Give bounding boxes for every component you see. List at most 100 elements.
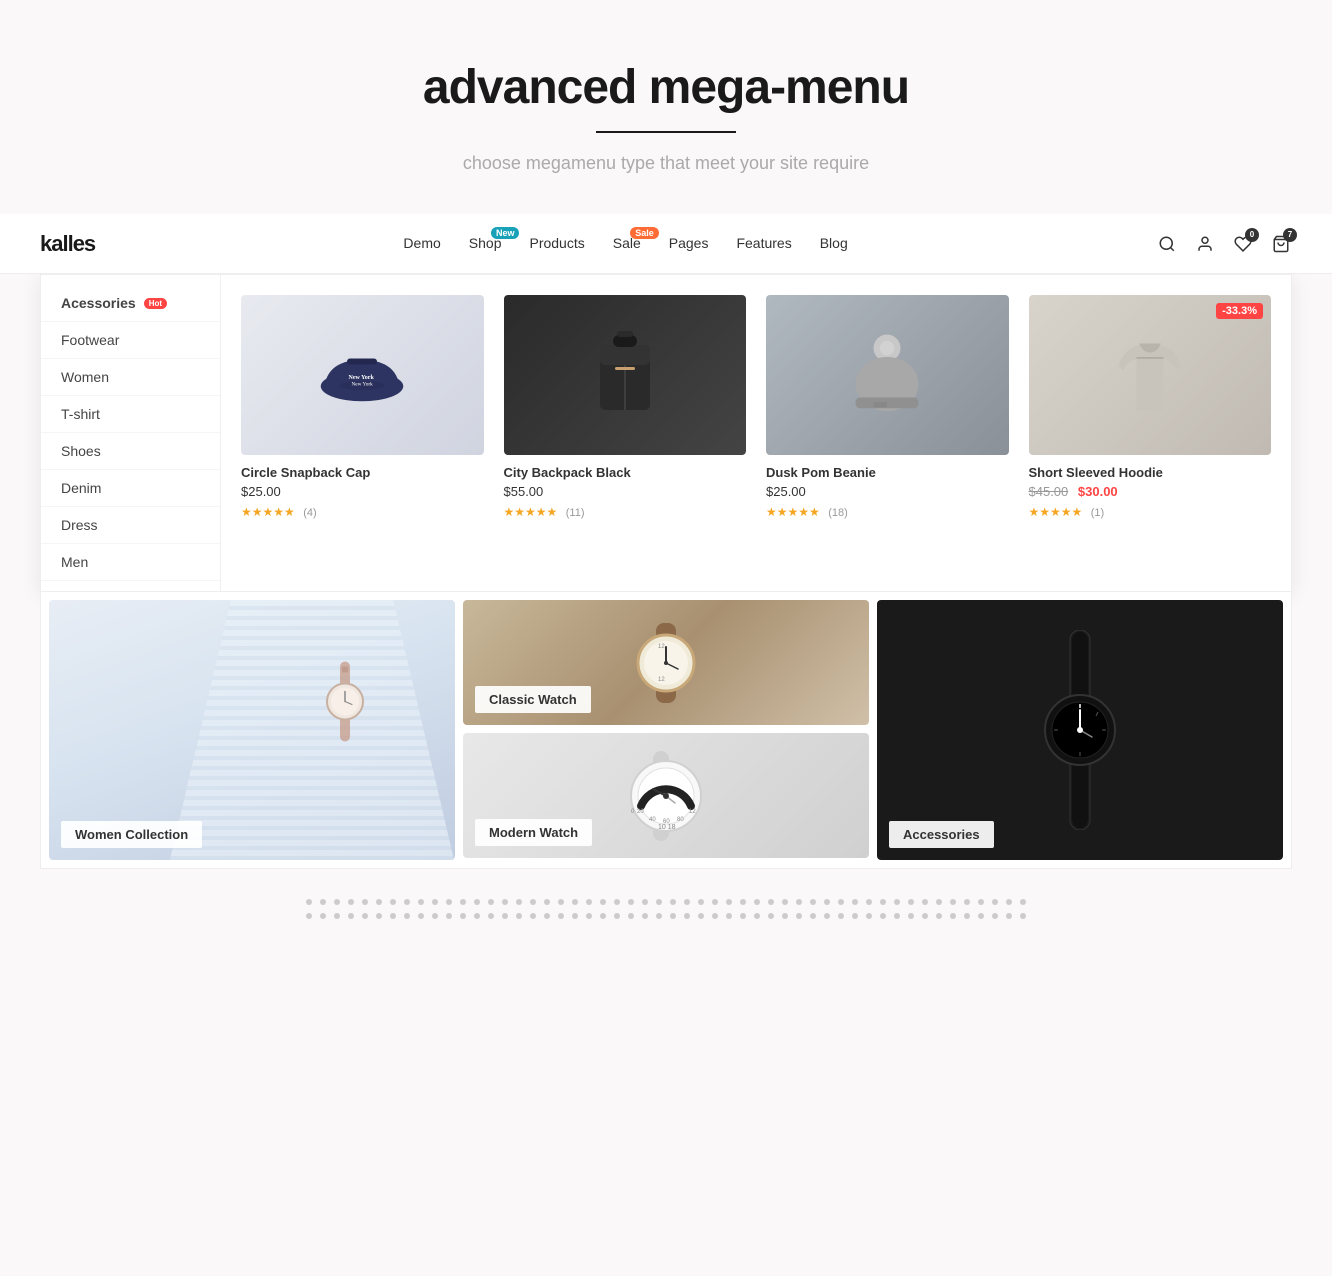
hero-section: advanced mega-menu choose megamenu type … — [0, 0, 1332, 214]
dot — [642, 899, 648, 905]
nav-link-features[interactable]: Features — [736, 235, 791, 251]
dot — [348, 913, 354, 919]
nav-item-demo[interactable]: Demo — [403, 235, 440, 253]
nav-item-blog[interactable]: Blog — [820, 235, 848, 253]
dot — [404, 913, 410, 919]
account-icon[interactable] — [1194, 233, 1216, 255]
dot — [376, 913, 382, 919]
sidebar-item-footwear[interactable]: Footwear — [41, 322, 220, 359]
collection-card-modern-watch[interactable]: 0 20 40 60 80 12 10 18 Modern Watch — [463, 733, 869, 858]
discount-badge: -33.3% — [1216, 303, 1263, 319]
product-card-cap[interactable]: New York New York Circle Snapback Cap $2… — [241, 295, 484, 571]
dot — [488, 913, 494, 919]
collection-section: Women Collection 12 12 Classic Watch — [40, 592, 1292, 869]
mega-menu-sidebar: Acessories Hot Footwear Women T-shirt Sh… — [41, 275, 221, 591]
dot — [922, 899, 928, 905]
dot — [852, 899, 858, 905]
nav-link-demo[interactable]: Demo — [403, 235, 440, 251]
hero-divider — [596, 131, 736, 133]
sidebar-item-tshirt[interactable]: T-shirt — [41, 396, 220, 433]
dot — [530, 913, 536, 919]
product-price: $25.00 — [766, 484, 1009, 499]
dot — [320, 913, 326, 919]
sidebar-item-shoes[interactable]: Shoes — [41, 433, 220, 470]
dot — [712, 913, 718, 919]
collection-label-classic: Classic Watch — [475, 686, 591, 713]
svg-text:New York: New York — [352, 382, 374, 388]
dot — [810, 913, 816, 919]
product-name: Circle Snapback Cap — [241, 465, 484, 480]
dot — [908, 913, 914, 919]
sidebar-item-accessories[interactable]: Acessories Hot — [41, 285, 220, 322]
dot — [432, 913, 438, 919]
product-card-backpack[interactable]: City Backpack Black $55.00 ★★★★★ (11) — [504, 295, 747, 571]
product-image-backpack — [504, 295, 747, 455]
sidebar-item-dress[interactable]: Dress — [41, 507, 220, 544]
dot — [1020, 899, 1026, 905]
dot — [614, 899, 620, 905]
sidebar-label: T-shirt — [61, 406, 100, 422]
dot — [698, 899, 704, 905]
sidebar-label: Denim — [61, 480, 101, 496]
dot — [348, 899, 354, 905]
product-price: $45.00 $30.00 — [1029, 484, 1272, 499]
dot — [530, 899, 536, 905]
dot — [600, 899, 606, 905]
dot — [880, 899, 886, 905]
nav-link-products[interactable]: Products — [529, 235, 584, 251]
dot — [516, 899, 522, 905]
dot — [572, 899, 578, 905]
dot — [1006, 899, 1012, 905]
dot — [908, 899, 914, 905]
nav-logo[interactable]: kalles — [40, 231, 95, 257]
collection-card-women[interactable]: Women Collection — [49, 600, 455, 860]
dot — [852, 913, 858, 919]
nav-link-blog[interactable]: Blog — [820, 235, 848, 251]
dot — [334, 899, 340, 905]
nav-item-sale[interactable]: Sale Sale — [613, 235, 641, 253]
rating-count: (18) — [828, 507, 848, 519]
sidebar-item-men[interactable]: Men — [41, 544, 220, 581]
dot — [796, 913, 802, 919]
cart-icon[interactable]: 7 — [1270, 233, 1292, 255]
wishlist-icon[interactable]: 0 — [1232, 233, 1254, 255]
dots-row-1 — [306, 899, 1026, 905]
dot — [740, 899, 746, 905]
dot — [558, 913, 564, 919]
dot — [978, 913, 984, 919]
nav-item-features[interactable]: Features — [736, 235, 791, 253]
dot — [1006, 913, 1012, 919]
dot — [978, 899, 984, 905]
nav-item-shop[interactable]: Shop New — [469, 235, 502, 253]
dot — [712, 899, 718, 905]
search-icon[interactable] — [1156, 233, 1178, 255]
dot — [866, 913, 872, 919]
dot — [446, 913, 452, 919]
sale-badge: Sale — [630, 227, 659, 239]
dot — [628, 913, 634, 919]
nav-item-products[interactable]: Products — [529, 235, 584, 253]
dot — [922, 913, 928, 919]
nav-link-pages[interactable]: Pages — [669, 235, 709, 251]
dot — [992, 913, 998, 919]
svg-text:12: 12 — [658, 644, 665, 650]
dot — [614, 913, 620, 919]
dot — [838, 913, 844, 919]
dot — [334, 913, 340, 919]
collection-card-accessories[interactable]: Accessories — [877, 600, 1283, 860]
product-card-hoodie[interactable]: -33.3% Short Sleeved Hoodie $45.00 $30.0… — [1029, 295, 1272, 571]
collection-label-women: Women Collection — [61, 821, 202, 848]
dot — [418, 899, 424, 905]
collection-card-classic-watch[interactable]: 12 12 Classic Watch — [463, 600, 869, 725]
dot — [362, 899, 368, 905]
nav-item-pages[interactable]: Pages — [669, 235, 709, 253]
product-card-beanie[interactable]: Dusk Pom Beanie $25.00 ★★★★★ (18) — [766, 295, 1009, 571]
navbar: kalles Demo Shop New Products Sale Sale … — [0, 214, 1332, 274]
svg-text:12: 12 — [689, 809, 696, 815]
wishlist-count: 0 — [1245, 228, 1259, 242]
nav-links: Demo Shop New Products Sale Sale Pages F… — [403, 235, 847, 253]
sidebar-item-women[interactable]: Women — [41, 359, 220, 396]
sidebar-item-denim[interactable]: Denim — [41, 470, 220, 507]
dot — [880, 913, 886, 919]
dot — [670, 913, 676, 919]
